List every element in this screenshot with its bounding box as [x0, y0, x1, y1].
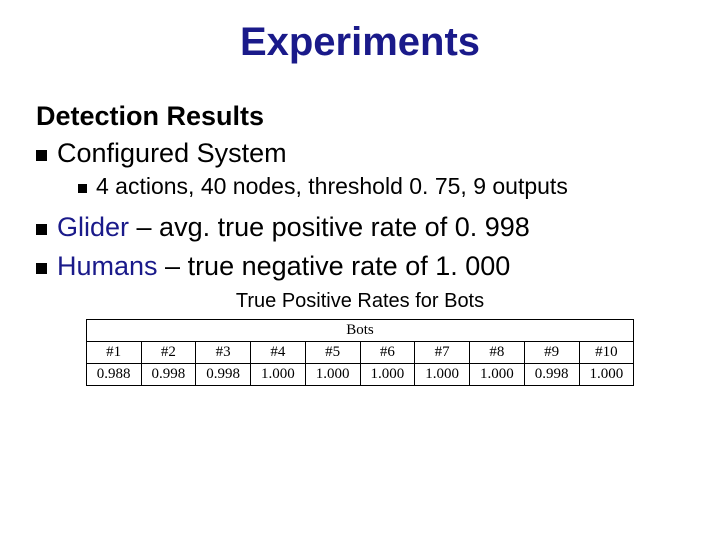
section-heading: Detection Results	[36, 101, 684, 132]
table-caption: True Positive Rates for Bots	[36, 290, 684, 313]
true-positive-table: Bots #1 #2 #3 #4 #5 #6 #7 #8 #9 #10 0.98…	[86, 319, 635, 386]
cell: 0.998	[141, 364, 196, 386]
col-header: #3	[196, 342, 251, 364]
col-header: #5	[305, 342, 360, 364]
humans-rest: – true negative rate of 1. 000	[158, 251, 511, 281]
cell: 1.000	[360, 364, 415, 386]
cell: 1.000	[470, 364, 525, 386]
col-header: #6	[360, 342, 415, 364]
col-header: #2	[141, 342, 196, 364]
sub-bullet-list: 4 actions, 40 nodes, threshold 0. 75, 9 …	[78, 173, 684, 200]
square-bullet-icon	[36, 224, 47, 235]
cell: 1.000	[305, 364, 360, 386]
glider-label: Glider	[57, 212, 129, 242]
cell: 1.000	[251, 364, 306, 386]
slide-title: Experiments	[36, 20, 684, 65]
cell: 0.998	[196, 364, 251, 386]
cell: 0.998	[524, 364, 579, 386]
sub-bullet-config-detail: 4 actions, 40 nodes, threshold 0. 75, 9 …	[78, 173, 684, 200]
table-row: 0.988 0.998 0.998 1.000 1.000 1.000 1.00…	[86, 364, 634, 386]
cell: 0.988	[86, 364, 141, 386]
cell: 1.000	[415, 364, 470, 386]
bullet-text: Configured System	[57, 138, 287, 168]
sub-bullet-text: 4 actions, 40 nodes, threshold 0. 75, 9 …	[96, 173, 568, 199]
square-bullet-icon	[36, 263, 47, 274]
col-header: #8	[470, 342, 525, 364]
bullet-list: Configured System 4 actions, 40 nodes, t…	[36, 138, 684, 282]
col-header: #10	[579, 342, 634, 364]
table-row: #1 #2 #3 #4 #5 #6 #7 #8 #9 #10	[86, 342, 634, 364]
cell: 1.000	[579, 364, 634, 386]
bullet-humans: Humans – true negative rate of 1. 000	[36, 251, 684, 282]
col-header: #1	[86, 342, 141, 364]
bullet-glider: Glider – avg. true positive rate of 0. 9…	[36, 212, 684, 243]
col-header: #4	[251, 342, 306, 364]
glider-rest: – avg. true positive rate of 0. 998	[129, 212, 530, 242]
square-bullet-icon	[78, 184, 87, 193]
square-bullet-icon	[36, 150, 47, 161]
col-header: #9	[524, 342, 579, 364]
bullet-configured: Configured System 4 actions, 40 nodes, t…	[36, 138, 684, 200]
humans-label: Humans	[57, 251, 158, 281]
table-header-bots: Bots	[86, 320, 634, 342]
col-header: #7	[415, 342, 470, 364]
